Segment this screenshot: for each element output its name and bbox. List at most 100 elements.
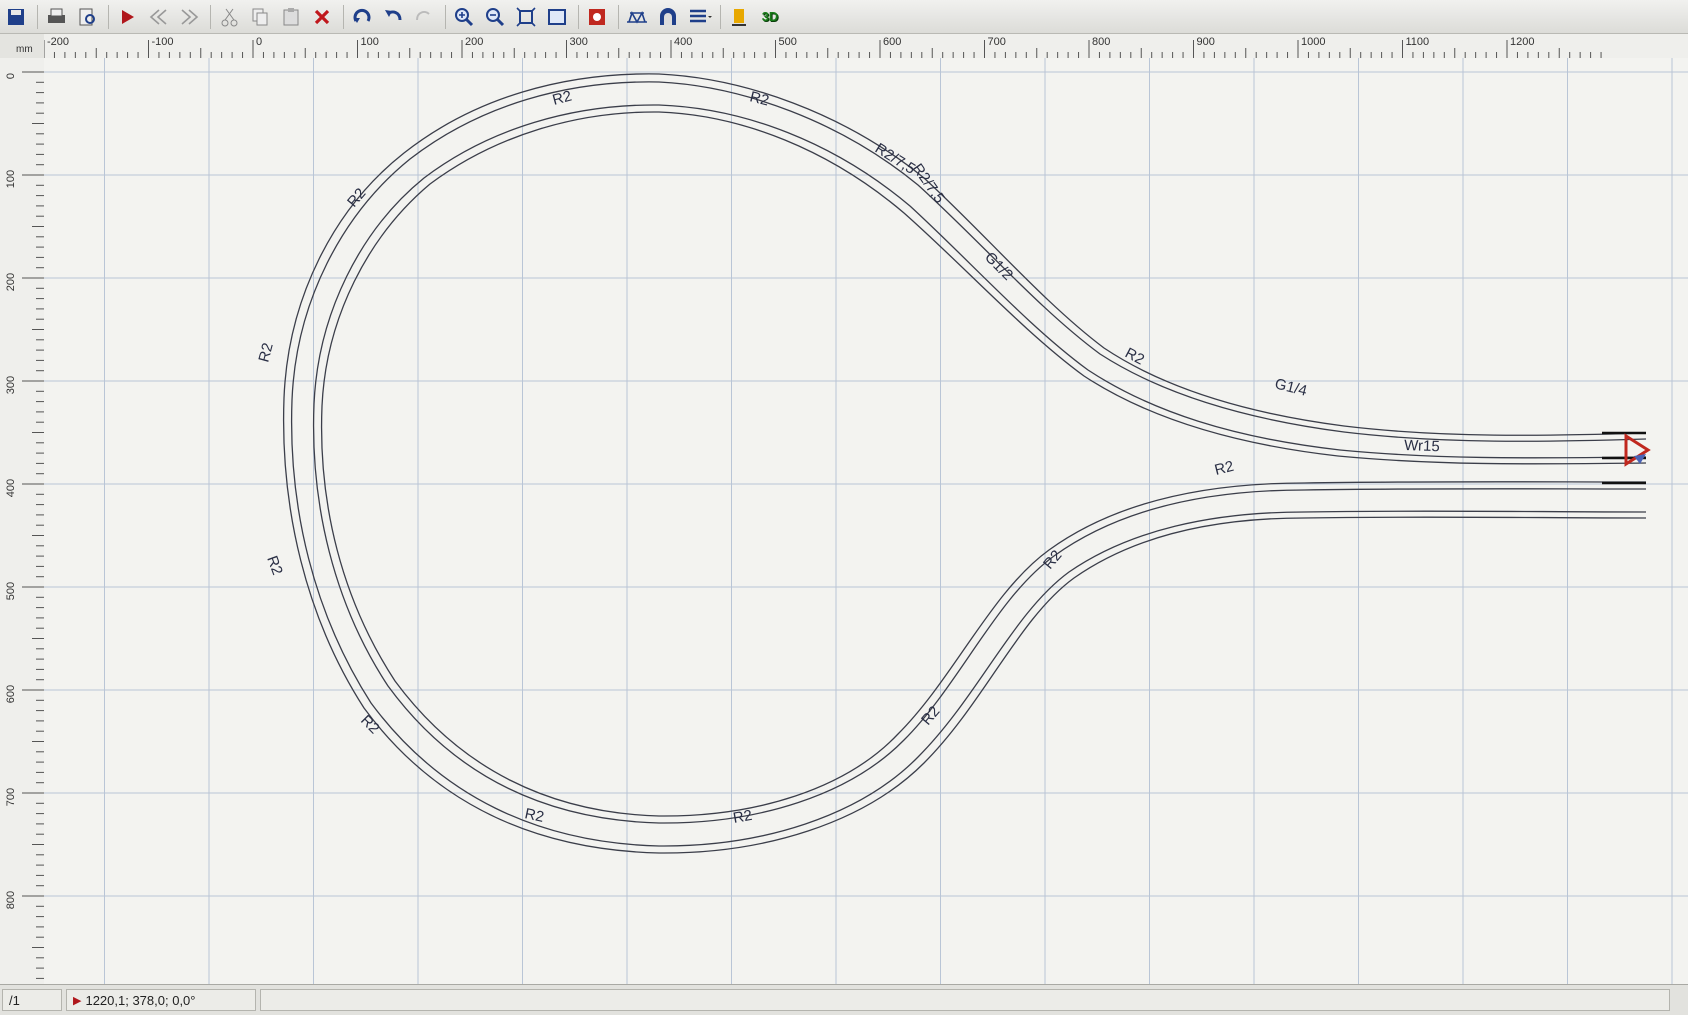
save-icon [8,8,24,25]
horizontal-ruler[interactable]: -200 -100 0 100 200 300 400 500 600 700 800 900 1000… [43,34,1688,59]
redo-button[interactable] [410,3,438,31]
zoom-out-icon [486,7,505,26]
zoom-in-icon [455,7,474,26]
undo-button[interactable] [379,3,407,31]
connect-icon [589,8,605,25]
cursor-arrow-icon: ▶ [73,994,82,1007]
tunnel-button[interactable] [654,3,682,31]
vertical-ruler[interactable]: 0 100 200 300 400 500 600 700 800 [0,58,45,984]
layers-button[interactable] [685,3,713,31]
ruler-label-x: -100 [152,36,174,48]
print-preview-button[interactable] [73,3,101,31]
toolbar-separator [720,4,721,29]
track-label: R2 [263,554,286,578]
cut-button[interactable] [215,3,243,31]
undo-icon [385,9,402,20]
delete-button[interactable] [308,3,336,31]
ruler-label-x: 900 [1197,36,1215,48]
track-label: R2 [523,805,545,826]
toolbar-separator [578,4,579,29]
toolbar-separator [108,4,109,29]
ruler-unit: mm [16,44,33,55]
ruler-label-x: 1100 [1406,36,1430,48]
ruler-label-y: 300 [5,376,17,394]
connect-button[interactable] [583,3,611,31]
rotate-button[interactable] [348,3,376,31]
status-coordinates-text: 1220,1; 378,0; 0,0° [85,992,196,1008]
step-back-icon [149,8,167,25]
save-button[interactable] [2,3,30,31]
ruler-label-x: 200 [465,36,483,48]
track-label: R2 [732,807,754,827]
redo-icon [416,10,430,20]
paste-button[interactable] [277,3,305,31]
ruler-label-x: 400 [674,36,692,48]
ruler-label-x: 1000 [1301,36,1325,48]
status-page-text: /1 [9,992,20,1008]
view-3d-button[interactable]: 3D [756,3,784,31]
bridge-button[interactable] [623,3,651,31]
print-button[interactable] [42,3,70,31]
ruler-label-x: 800 [1092,36,1110,48]
ruler-label-y: 400 [5,479,17,497]
zoom-window-icon [548,8,566,25]
train-icon [732,8,746,26]
ruler-label-x: 1200 [1510,36,1534,48]
status-coordinates: ▶ 1220,1; 378,0; 0,0° [66,989,256,1011]
zoom-window-button[interactable] [543,3,571,31]
zoom-fit-icon [516,6,536,27]
track-label: R2/7,5 [909,161,948,207]
copy-button[interactable] [246,3,274,31]
print-icon [48,8,65,23]
track-rail-outer-2[interactable] [290,81,1647,847]
toolbar-separator [445,4,446,29]
run-icon [122,9,134,24]
ruler-label-y: 800 [5,891,17,909]
bridge-icon [627,10,647,24]
track-label: R2 [748,88,771,109]
toolbar-separator [210,4,211,29]
cut-icon [221,8,238,26]
grid [44,58,1688,1000]
vertical-ruler-svg: 0 100 200 300 400 500 600 700 800 [5,71,44,979]
ruler-label-y: 100 [5,170,17,188]
track-plan[interactable]: R2 R2R2/7,5R2/7,5G1/2R2G1/4Wr15R2R2R2R2R2… [44,58,1688,1000]
layout-canvas[interactable]: R2 R2 R2/7,5 R2/7,5 G1/2 R2 G1/4 Wr15 R2 R2 R2 R2 R2… [44,58,1688,1000]
toolbar-separator [343,4,344,29]
track-label: Wr15 [1404,437,1440,455]
ruler-label-x: 0 [256,36,262,48]
view-3d-label: 3D [761,9,779,24]
train-button[interactable] [725,3,753,31]
track-label: R2 [1213,458,1236,479]
step-forward-button[interactable] [175,3,203,31]
paste-icon [283,7,299,25]
track-label: R2 [1122,345,1147,369]
ruler-label-x: -200 [47,36,69,48]
step-forward-icon [181,8,199,25]
track-label: G1/2 [981,249,1016,284]
connection-point-icon[interactable] [1624,433,1651,467]
track-label: R2 [357,712,383,738]
zoom-in-button[interactable] [450,3,478,31]
track-layout[interactable] [282,73,1647,854]
ruler-label-x: 600 [883,36,901,48]
ruler-label-x: 500 [779,36,797,48]
toolbar-separator [618,4,619,29]
ruler-corner: mm [0,34,45,59]
ruler-label-y: 0 [5,73,17,79]
toolbar-separator [37,4,38,29]
track-label: R2 [255,341,276,364]
track-rail-inner-2[interactable] [320,111,1647,817]
track-rail-outer[interactable] [282,73,1647,854]
delete-icon [314,9,330,24]
track-rail-inner[interactable] [312,104,1647,824]
run-button[interactable] [113,3,141,31]
zoom-fit-button[interactable] [512,3,540,31]
ruler-label-y: 700 [5,788,17,806]
zoom-out-button[interactable] [481,3,509,31]
step-back-button[interactable] [144,3,172,31]
status-message [260,989,1670,1011]
ruler-label-x: 700 [988,36,1006,48]
ruler-label-y: 200 [5,273,17,291]
ruler-label-y: 500 [5,582,17,600]
